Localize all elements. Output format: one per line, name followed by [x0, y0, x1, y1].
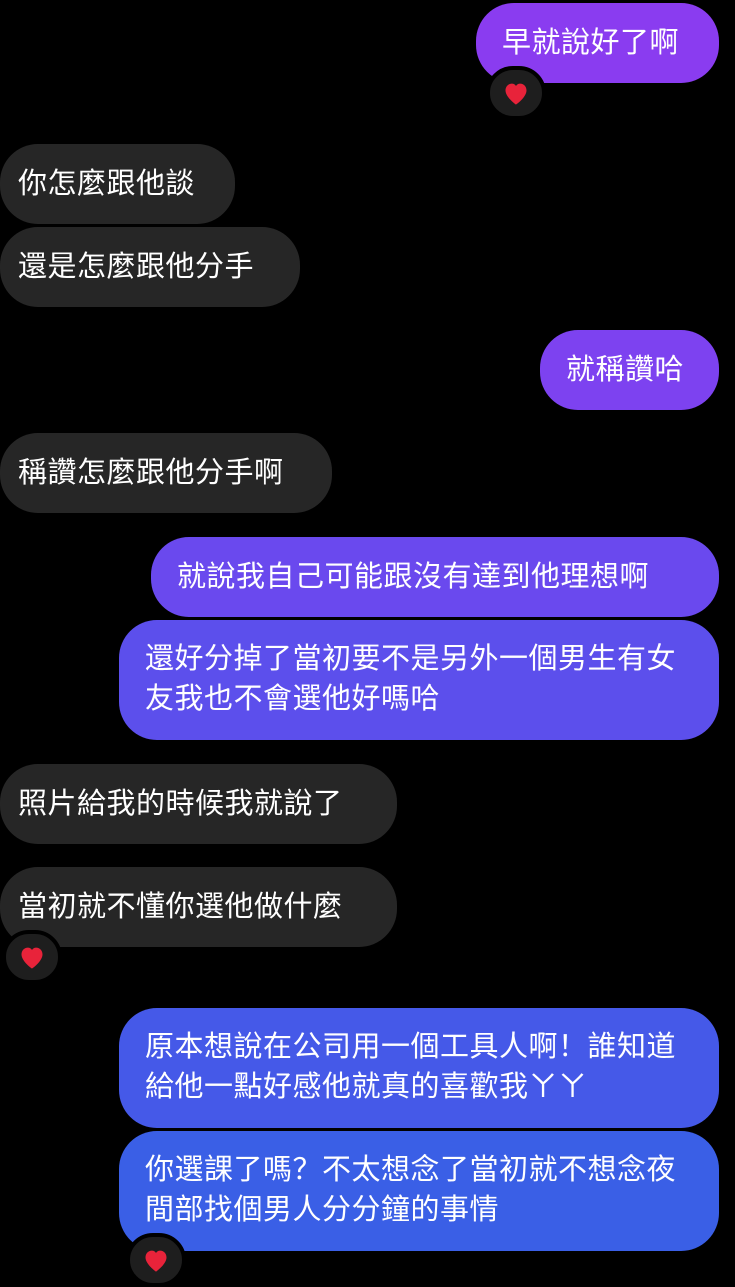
message-bubble-received[interactable]: 你怎麼跟他談	[0, 144, 235, 224]
heart-reaction[interactable]	[126, 1233, 186, 1287]
message-bubble-sent[interactable]: 就稱讚哈	[540, 330, 719, 410]
message-bubble-sent[interactable]: 還好分掉了當初要不是另外一個男生有女友我也不會選他好嗎哈	[119, 620, 719, 740]
message-bubble-received[interactable]: 當初就不懂你選他做什麼	[0, 867, 397, 947]
message-bubble-received[interactable]: 照片給我的時候我就說了	[0, 764, 397, 844]
heart-reaction[interactable]	[486, 66, 546, 120]
heart-icon	[505, 83, 527, 105]
message-bubble-sent[interactable]: 你選課了嗎？不太想念了當初就不想念夜間部找個男人分分鐘的事情	[119, 1131, 719, 1251]
message-bubble-sent[interactable]: 就說我自己可能跟沒有達到他理想啊	[151, 537, 719, 617]
heart-reaction[interactable]	[2, 930, 62, 984]
heart-icon	[21, 947, 43, 969]
chat-thread: 早就說好了啊 你怎麼跟他談 還是怎麼跟他分手 就稱讚哈 稱讚怎麼跟他分手啊 就說…	[0, 0, 735, 1287]
heart-icon	[145, 1250, 167, 1272]
message-bubble-sent[interactable]: 原本想說在公司用一個工具人啊！誰知道給他一點好感他就真的喜歡我ㄚㄚ	[119, 1008, 719, 1128]
message-bubble-received[interactable]: 稱讚怎麼跟他分手啊	[0, 433, 332, 513]
message-bubble-received[interactable]: 還是怎麼跟他分手	[0, 227, 300, 307]
